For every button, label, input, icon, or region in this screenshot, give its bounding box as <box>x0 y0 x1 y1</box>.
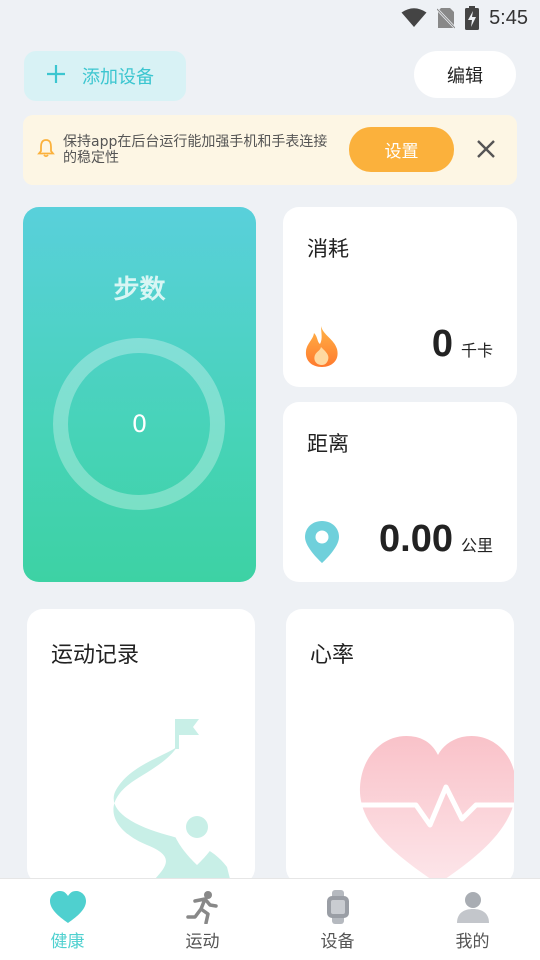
add-device-button[interactable]: 添加设备 <box>24 51 186 101</box>
heart-pulse-illustration <box>358 735 514 884</box>
status-time: 5:45 <box>489 6 528 29</box>
steps-title: 步数 <box>113 275 166 305</box>
background-run-notice: 保持app在后台运行能加强手机和手表连接的稳定性 设置 <box>23 115 517 185</box>
exercise-record-title: 运动记录 <box>51 643 140 668</box>
add-device-label: 添加设备 <box>82 67 154 88</box>
heart-rate-title: 心率 <box>310 643 355 668</box>
calories-value: 0 <box>431 323 453 365</box>
distance-title: 距离 <box>307 432 349 456</box>
tab-device-label: 设备 <box>320 932 355 952</box>
calories-card[interactable]: 消耗 0 千卡 <box>283 207 517 387</box>
status-bar: 5:45 <box>0 0 540 36</box>
calories-title: 消耗 <box>307 237 349 261</box>
tab-mine-label: 我的 <box>455 932 490 952</box>
battery-charging-icon <box>465 6 480 30</box>
distance-unit: 公里 <box>460 536 493 555</box>
winding-road-flag-illustration <box>113 719 232 884</box>
location-pin-icon <box>304 520 340 568</box>
calories-value-row: 0 千卡 <box>432 323 493 366</box>
close-icon[interactable] <box>475 138 497 164</box>
tab-device[interactable]: 设备 <box>270 879 405 960</box>
tab-exercise[interactable]: 运动 <box>135 879 270 960</box>
bell-icon <box>37 138 55 162</box>
tab-health-label: 健康 <box>50 932 85 952</box>
notice-settings-button[interactable]: 设置 <box>349 127 454 172</box>
heart-icon <box>49 889 87 925</box>
edit-button[interactable]: 编辑 <box>414 51 516 98</box>
bottom-tab-bar: 健康 运动 设备 我的 <box>0 878 540 960</box>
notice-text: 保持app在后台运行能加强手机和手表连接的稳定性 <box>63 134 328 166</box>
no-sim-icon <box>437 7 456 29</box>
exercise-record-card[interactable]: 运动记录 <box>27 609 255 884</box>
steps-value: 0 <box>131 410 148 438</box>
calories-unit: 千卡 <box>460 341 493 360</box>
watch-icon <box>326 889 350 925</box>
running-icon <box>185 889 220 925</box>
wifi-icon <box>401 8 427 28</box>
distance-value: 0.00 <box>379 518 453 560</box>
steps-card[interactable]: 步数 0 <box>23 207 256 582</box>
user-icon <box>456 889 490 925</box>
tab-health[interactable]: 健康 <box>0 879 135 960</box>
distance-card[interactable]: 距离 0.00 公里 <box>283 402 517 582</box>
flame-icon <box>304 325 340 371</box>
tab-mine[interactable]: 我的 <box>405 879 540 960</box>
plus-icon <box>46 64 66 89</box>
distance-value-row: 0.00 公里 <box>379 518 493 561</box>
heart-rate-card[interactable]: 心率 <box>286 609 514 884</box>
tab-exercise-label: 运动 <box>185 932 220 952</box>
